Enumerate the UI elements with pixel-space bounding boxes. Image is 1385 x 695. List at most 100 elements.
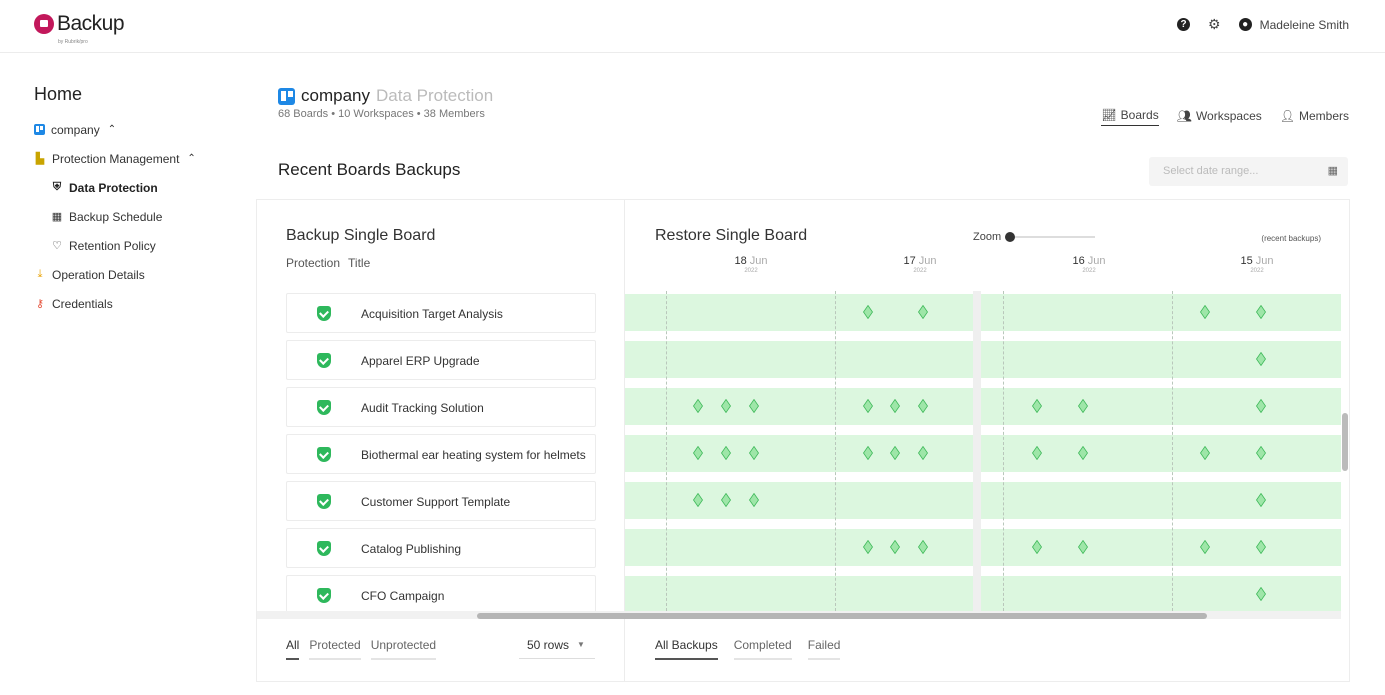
backup-diamond-icon[interactable]: [1200, 305, 1210, 319]
zoom-handle[interactable]: [1005, 232, 1016, 242]
tab-members[interactable]: 👤︎ Members: [1280, 108, 1349, 126]
backup-diamond-icon[interactable]: [1032, 399, 1042, 413]
backup-diamond-icon[interactable]: [918, 446, 928, 460]
backup-diamond-icon[interactable]: [863, 305, 873, 319]
backup-diamond-icon[interactable]: [1256, 305, 1266, 319]
backup-diamond-icon[interactable]: [749, 446, 759, 460]
filter-protected[interactable]: Protected: [309, 638, 361, 660]
table-row[interactable]: Acquisition Target Analysis: [286, 293, 596, 333]
company-name: company: [301, 86, 370, 105]
timeline-row[interactable]: [625, 341, 1341, 378]
backup-diamond-icon[interactable]: [918, 540, 928, 554]
backup-diamond-icon[interactable]: [918, 399, 928, 413]
tab-label: Boards: [1120, 108, 1159, 122]
backup-diamond-icon[interactable]: [863, 446, 873, 460]
backup-diamond-icon[interactable]: [1256, 493, 1266, 507]
timeline-row[interactable]: [625, 529, 1341, 566]
table-row[interactable]: Apparel ERP Upgrade: [286, 340, 596, 380]
backup-diamond-icon[interactable]: [749, 493, 759, 507]
filter-failed[interactable]: Failed: [807, 638, 841, 660]
backup-diamond-icon[interactable]: [890, 540, 900, 554]
sidebar-item-data-protection[interactable]: ⛨ Data Protection: [34, 173, 234, 202]
calendar-icon: ▦: [51, 211, 63, 223]
backup-diamond-icon[interactable]: [918, 305, 928, 319]
table-row[interactable]: Catalog Publishing: [286, 528, 596, 568]
backup-diamond-icon[interactable]: [1032, 446, 1042, 460]
table-row[interactable]: CFO Campaign: [286, 575, 596, 615]
chevron-up-icon: ⌃: [107, 124, 117, 135]
date-day: 16: [1072, 255, 1085, 267]
tab-label: Members: [1298, 108, 1349, 123]
sidebar-item-protection-management[interactable]: ▙ Protection Management ⌃: [34, 144, 234, 173]
date-month: Jun: [1255, 255, 1274, 267]
column-header-protection[interactable]: Protection: [286, 256, 340, 270]
backup-diamond-icon[interactable]: [1200, 540, 1210, 554]
backup-diamond-icon[interactable]: [1078, 446, 1088, 460]
filter-completed[interactable]: Completed: [733, 638, 792, 660]
date-year: 2022: [744, 268, 758, 274]
recent-backups-label: (recent backups): [1261, 234, 1321, 243]
key-icon: ⚷: [35, 298, 45, 310]
date-year: 2022: [1082, 268, 1096, 274]
trello-icon: [34, 124, 45, 135]
date-day: 15: [1240, 255, 1253, 267]
table-row[interactable]: Audit Tracking Solution: [286, 387, 596, 427]
backup-diamond-icon[interactable]: [1078, 540, 1088, 554]
backup-diamond-icon[interactable]: [1256, 352, 1266, 366]
backup-diamond-icon[interactable]: [693, 446, 703, 460]
sidebar-item-backup-schedule[interactable]: ▦ Backup Schedule: [34, 202, 234, 231]
backup-diamond-icon[interactable]: [721, 399, 731, 413]
backup-diamond-icon[interactable]: [693, 493, 703, 507]
backup-diamond-icon[interactable]: [863, 540, 873, 554]
vertical-scrollbar[interactable]: [1342, 413, 1348, 471]
backup-diamond-icon[interactable]: [1256, 540, 1266, 554]
filter-unprotected[interactable]: Unprotected: [370, 638, 437, 660]
timeline-row[interactable]: [625, 294, 1341, 331]
backup-diamond-icon[interactable]: [890, 399, 900, 413]
filter-all-backups[interactable]: All Backups: [655, 638, 718, 660]
rows-per-page-select[interactable]: 50 rows ▼: [519, 631, 595, 659]
backup-diamond-icon[interactable]: [1256, 446, 1266, 460]
gear-icon[interactable]: ⚙: [1208, 16, 1221, 33]
backup-diamond-icon[interactable]: [890, 446, 900, 460]
timeline-row[interactable]: [625, 482, 1341, 519]
backup-diamond-icon[interactable]: [1256, 399, 1266, 413]
sidebar-item-credentials[interactable]: ⚷ Credentials: [34, 289, 234, 318]
tab-workspaces[interactable]: 👥︎ Workspaces: [1177, 108, 1262, 126]
date-range-input[interactable]: Select date range... ▦: [1149, 157, 1348, 186]
sidebar-item-company[interactable]: company ⌃: [34, 115, 234, 144]
backup-diamond-icon[interactable]: [1256, 587, 1266, 601]
app-logo[interactable]: Backup by Rubrik/pro: [34, 12, 125, 45]
sidebar-item-retention-policy[interactable]: ♡ Retention Policy: [34, 231, 234, 260]
backup-diamond-icon[interactable]: [749, 399, 759, 413]
user-menu[interactable]: ● Madeleine Smith: [1238, 18, 1349, 32]
backup-diamond-icon[interactable]: [721, 446, 731, 460]
sidebar-home[interactable]: Home: [34, 84, 234, 105]
date-year: 2022: [913, 268, 927, 274]
filter-all[interactable]: All: [286, 638, 300, 660]
question-circle-icon[interactable]: ?: [1177, 18, 1191, 31]
column-header-title[interactable]: Title: [348, 256, 370, 270]
timeline-gutter: [973, 291, 981, 611]
timeline-date-header: 15 Jun 2022: [1227, 255, 1287, 274]
table-row[interactable]: Customer Support Template: [286, 481, 596, 521]
timeline-row[interactable]: [625, 388, 1341, 425]
backup-panel-header: Backup Single Board: [286, 227, 435, 245]
backup-diamond-icon[interactable]: [1078, 399, 1088, 413]
timeline-row[interactable]: [625, 576, 1341, 611]
backup-diamond-icon[interactable]: [1032, 540, 1042, 554]
horizontal-scrollbar[interactable]: [477, 613, 1207, 619]
tab-boards[interactable]: 📈︎ Boards: [1101, 108, 1159, 126]
backup-diamond-icon[interactable]: [863, 399, 873, 413]
date-range-placeholder: Select date range...: [1163, 165, 1259, 177]
retention-icon: ♡: [52, 240, 62, 252]
sidebar-item-operation-details[interactable]: ⤓ Operation Details: [34, 260, 234, 289]
table-row[interactable]: Biothermal ear heating system for helmet…: [286, 434, 596, 474]
zoom-slider[interactable]: [1005, 232, 1096, 242]
backup-diamond-icon[interactable]: [1200, 446, 1210, 460]
timeline-row[interactable]: [625, 435, 1341, 472]
chart-icon: 📈︎: [1101, 108, 1117, 122]
backup-diamond-icon[interactable]: [721, 493, 731, 507]
backup-diamond-icon[interactable]: [693, 399, 703, 413]
sidebar-item-label: Operation Details: [52, 267, 145, 282]
